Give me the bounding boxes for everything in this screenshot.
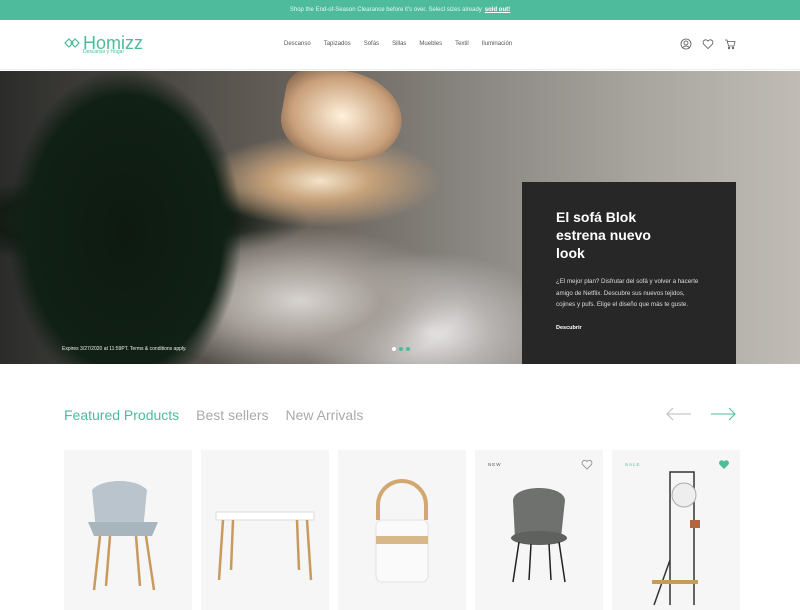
expires-note: Expires 3/27/2020 at 11:59PT. Terms & co…: [62, 346, 187, 352]
product-card-chair[interactable]: NEW: [475, 450, 603, 610]
promo-link[interactable]: sold out!: [485, 7, 510, 13]
cart-icon[interactable]: [724, 38, 736, 50]
tab-featured-products[interactable]: Featured Products: [64, 407, 179, 423]
product-card-table[interactable]: [201, 450, 329, 610]
header: Homizz Descanso y Hogar Descanso Tapizad…: [0, 20, 800, 70]
product-card-armchair[interactable]: [64, 450, 192, 610]
slider-dots: [392, 347, 410, 351]
hero-banner: El sofá Blok estrena nuevo look ¿El mejo…: [0, 71, 800, 364]
tab-new-arrivals[interactable]: New Arrivals: [286, 407, 364, 423]
promo-text: Shop the End-of-Season Clearance before …: [289, 7, 482, 13]
nav-muebles[interactable]: Muebles: [419, 41, 442, 47]
valet-stand-image: [652, 471, 700, 606]
slide-dot[interactable]: [392, 347, 396, 351]
nav-tapizados[interactable]: Tapizados: [324, 41, 351, 47]
nav-iluminacion[interactable]: Iluminación: [482, 41, 512, 47]
heart-icon[interactable]: [702, 38, 714, 50]
arrow-right-icon[interactable]: [710, 406, 736, 422]
discover-link[interactable]: Descubrir: [556, 325, 582, 331]
product-card-lantern[interactable]: [338, 450, 466, 610]
nav-sofas[interactable]: Sofás: [364, 41, 379, 47]
product-card-valet-stand[interactable]: SALE: [612, 450, 740, 610]
nav-sillas[interactable]: Sillas: [392, 41, 406, 47]
arrow-left-icon[interactable]: [666, 406, 692, 422]
user-icon[interactable]: [680, 38, 692, 50]
main-nav: Descanso Tapizados Sofás Sillas Muebles …: [284, 41, 512, 47]
tab-best-sellers[interactable]: Best sellers: [196, 407, 268, 423]
logo-tagline: Descanso y Hogar: [83, 48, 125, 55]
nav-textil[interactable]: Textil: [455, 41, 469, 47]
lantern-image: [375, 479, 429, 583]
nav-descanso[interactable]: Descanso: [284, 41, 311, 47]
table-image: [215, 511, 315, 581]
hero-title: El sofá Blok estrena nuevo look: [556, 209, 651, 261]
hero-image-lamp: [275, 71, 409, 171]
product-tabs: Featured Products Best sellers New Arriv…: [64, 407, 363, 423]
armchair-image: [88, 481, 158, 591]
slide-dot[interactable]: [399, 347, 403, 351]
product-list: NEW SALE: [64, 450, 740, 610]
logo[interactable]: Homizz Descanso y Hogar: [64, 34, 143, 55]
logo-mark-icon: [64, 37, 80, 48]
slide-dot[interactable]: [406, 347, 410, 351]
hero-image-tree: [10, 71, 240, 364]
hero-text: ¿El mejor plan? Disfrutar del sofá y vol…: [556, 278, 699, 308]
chair-image: [511, 488, 567, 583]
hero-card: El sofá Blok estrena nuevo look ¿El mejo…: [522, 182, 736, 364]
promo-banner: Shop the End-of-Season Clearance before …: [0, 0, 800, 20]
